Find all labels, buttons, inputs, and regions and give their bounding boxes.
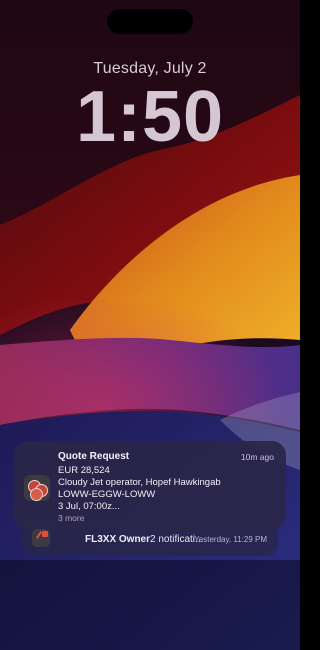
notification-more-count[interactable]: 3 more [58,513,84,523]
notification-body-line: EUR 28,524 [58,465,110,476]
notification-time: Yesterday, 11:29 PM [194,535,267,544]
notification-quote-request[interactable]: Quote Request 10m ago EUR 28,524 Cloudy … [14,441,286,529]
dynamic-island [107,9,193,34]
coins-icon [24,475,50,501]
lock-screen: Tuesday, July 2 1:50 FL3XX Owner 2 notif… [0,0,300,650]
lock-time: 1:50 [75,77,225,157]
notification-time: 10m ago [240,452,274,462]
notification-body-line: 3 Jul, 07:00z... [58,501,120,512]
notification-body-line: LOWW-EGGW-LOWW [58,489,156,500]
notification-title: Quote Request [58,451,130,462]
notification-body-line: Cloudy Jet operator, Hopef Hawkingab [58,477,221,488]
notification-app-title: FL3XX Owner [85,534,151,545]
fl3xx-app-icon [32,529,50,547]
